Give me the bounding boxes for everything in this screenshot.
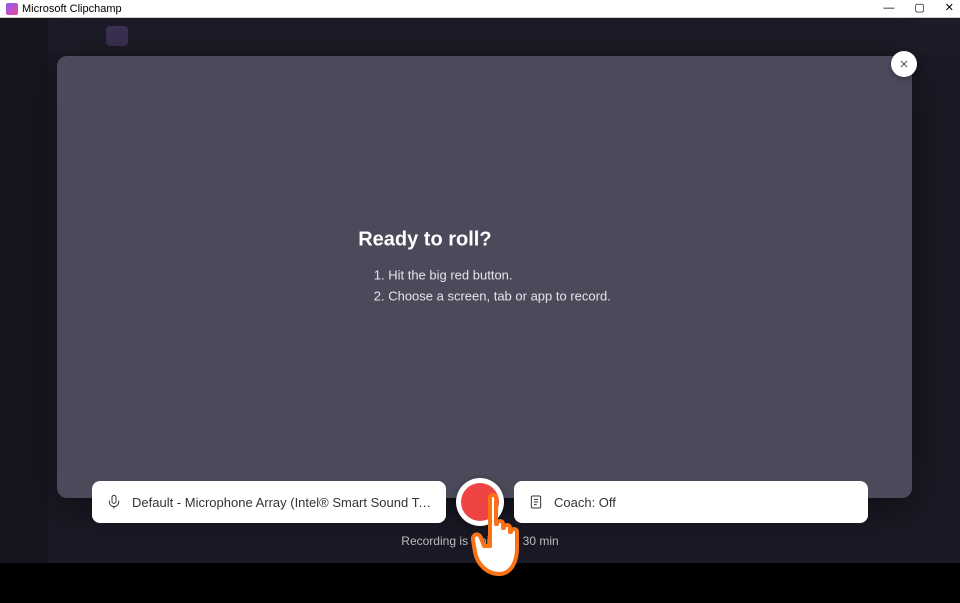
recording-controls-bar: Default - Microphone Array (Intel® Smart… [92, 481, 868, 523]
instruction-list: Hit the big red button. Choose a screen,… [358, 266, 611, 308]
microphone-label: Default - Microphone Array (Intel® Smart… [132, 495, 432, 510]
coach-label: Coach: Off [554, 495, 616, 510]
window-controls: — ▢ ✕ [883, 3, 954, 14]
topbar-dimmed [48, 18, 960, 54]
instruction-step-1: Hit the big red button. [388, 266, 611, 287]
project-chip-dimmed [106, 26, 128, 46]
modal-content: Ready to roll? Hit the big red button. C… [358, 229, 611, 308]
maximize-button[interactable]: ▢ [914, 3, 924, 14]
record-modal: Ready to roll? Hit the big red button. C… [57, 56, 912, 498]
app-title: Microsoft Clipchamp [22, 3, 122, 15]
minimize-button[interactable]: — [883, 3, 894, 14]
close-modal-button[interactable] [891, 51, 917, 77]
instruction-step-2: Choose a screen, tab or app to record. [388, 287, 611, 308]
coach-selector[interactable]: Coach: Off [514, 481, 868, 523]
timeline-area [0, 563, 960, 603]
modal-heading: Ready to roll? [358, 229, 611, 252]
record-button[interactable] [456, 478, 504, 526]
record-button-inner [461, 483, 499, 521]
teleprompter-icon [528, 494, 544, 510]
microphone-icon [106, 494, 122, 510]
sidebar-dimmed [0, 18, 48, 563]
close-icon [898, 58, 910, 70]
recording-limit-text: Recording is limited to 30 min [0, 534, 960, 548]
close-window-button[interactable]: ✕ [945, 3, 954, 14]
microphone-selector[interactable]: Default - Microphone Array (Intel® Smart… [92, 481, 446, 523]
app-icon [6, 3, 18, 15]
window-titlebar: Microsoft Clipchamp — ▢ ✕ [0, 0, 960, 18]
